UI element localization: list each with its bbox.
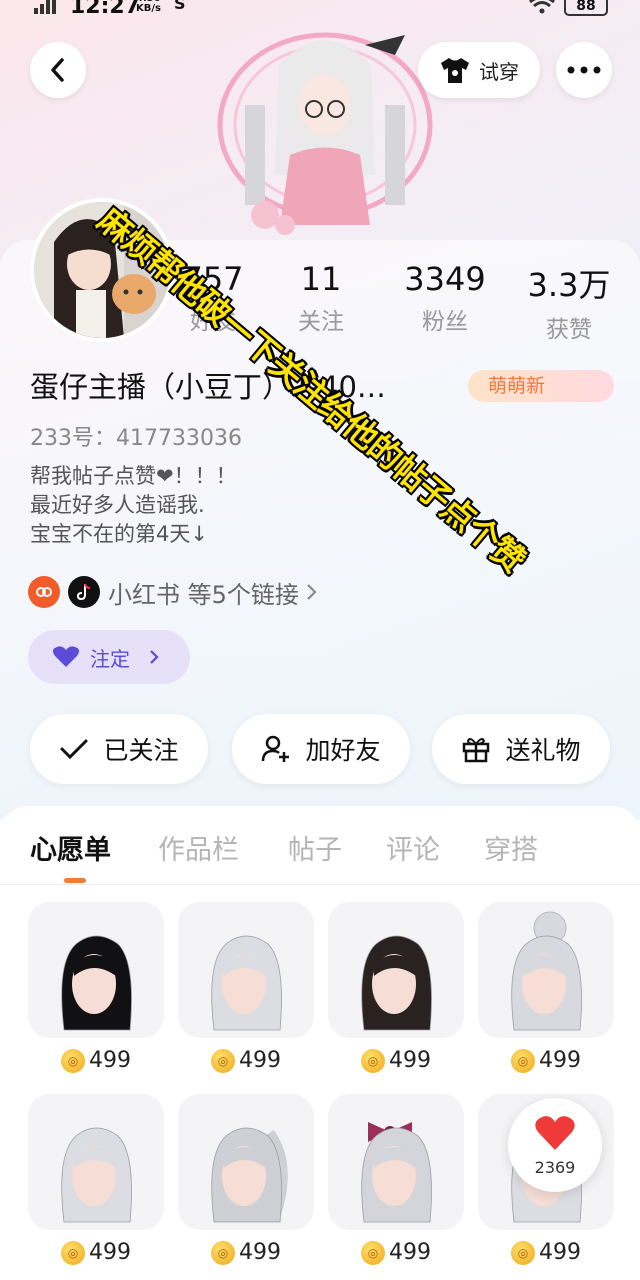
wishlist-item[interactable] <box>328 1094 464 1230</box>
tab-wishlist[interactable]: 心愿单 <box>30 828 111 867</box>
price-value: 499 <box>239 1048 281 1073</box>
item-price: ◎ 499 <box>178 1240 314 1265</box>
signal-icon <box>34 0 56 14</box>
floating-like-button[interactable]: 2369 <box>508 1098 602 1192</box>
stat-fans[interactable]: 3349 粉丝 <box>390 260 500 336</box>
item-price: ◎ 499 <box>28 1240 164 1265</box>
heart-icon <box>535 1116 575 1150</box>
active-tab-indicator <box>64 878 86 883</box>
coin-icon: ◎ <box>61 1048 85 1073</box>
item-price: ◎ 499 <box>478 1048 614 1073</box>
price-value: 499 <box>89 1240 131 1265</box>
item-price: ◎ 499 <box>328 1048 464 1073</box>
hair-preview-image <box>211 1127 288 1223</box>
tab-posts[interactable]: 帖子 <box>288 828 342 867</box>
status-bar: 12:27 4.30 KB/s S 88 <box>0 0 640 20</box>
coin-icon: ◎ <box>511 1240 535 1265</box>
coin-icon: ◎ <box>211 1240 235 1265</box>
try-on-button[interactable]: 试穿 <box>418 42 540 98</box>
stat-label: 粉丝 <box>422 309 468 335</box>
more-options-button[interactable] <box>556 42 612 98</box>
price-value: 499 <box>389 1240 431 1265</box>
battery-indicator: 88 <box>564 0 608 16</box>
follow-label: 已关注 <box>103 736 179 765</box>
external-links[interactable]: 小红书 等5个链接 <box>28 574 319 610</box>
hair-preview-image <box>61 1127 132 1223</box>
links-label: 小红书 等5个链接 <box>108 580 299 609</box>
hair-preview-image <box>211 935 282 1031</box>
tab-comments[interactable]: 评论 <box>386 828 440 867</box>
coin-icon: ◎ <box>361 1048 385 1073</box>
add-friend-button[interactable]: 加好友 <box>232 714 410 784</box>
add-friend-label: 加好友 <box>305 736 381 765</box>
profile-uid: 233号：417733036 <box>30 426 242 451</box>
bond-label: 注定 <box>90 646 130 671</box>
content-tabs: 心愿单 作品栏 帖子 评论 穿搭 <box>0 806 640 885</box>
item-price: ◎ 499 <box>478 1240 614 1265</box>
avatar-3d-figure <box>217 32 433 235</box>
gift-label: 送礼物 <box>505 736 581 765</box>
net-speed: 4.30 KB/s <box>136 0 161 14</box>
profile-name: 蛋仔主播（小豆丁）冲40… <box>30 370 386 404</box>
wishlist-item[interactable] <box>328 902 464 1038</box>
hair-preview-image <box>361 1122 432 1223</box>
wishlist-item[interactable] <box>478 902 614 1038</box>
stat-following[interactable]: 11 关注 <box>266 260 376 336</box>
more-dots-icon <box>567 66 601 74</box>
stat-value: 3.3万 <box>527 266 611 304</box>
content-section: 心愿单 作品栏 帖子 评论 穿搭 ◎ 499 ◎ 499 ◎ 499 ◎ 499 ◎ 499 ◎ 49… <box>0 806 640 1280</box>
coin-icon: ◎ <box>511 1048 535 1073</box>
stat-value: 11 <box>300 260 342 298</box>
stat-likes[interactable]: 3.3万 获赞 <box>514 260 624 344</box>
stat-label: 获赞 <box>546 317 592 343</box>
hair-preview-image <box>361 935 432 1031</box>
wifi-icon <box>529 0 555 14</box>
price-value: 499 <box>539 1240 581 1265</box>
coin-icon: ◎ <box>61 1240 85 1265</box>
check-icon <box>60 739 88 760</box>
stat-value: 3349 <box>404 260 486 298</box>
chevron-right-icon <box>307 584 317 600</box>
hair-preview-image <box>61 935 132 1031</box>
chevron-left-icon <box>51 58 64 82</box>
coin-icon: ◎ <box>211 1048 235 1073</box>
price-value: 499 <box>539 1048 581 1073</box>
notification-icon: S <box>174 0 186 13</box>
item-price: ◎ 499 <box>328 1240 464 1265</box>
tiktok-icon <box>68 576 100 608</box>
coin-icon: ◎ <box>361 1240 385 1265</box>
heart-icon <box>52 646 80 667</box>
try-on-label: 试穿 <box>479 59 519 84</box>
newbie-badge[interactable]: 萌萌新 <box>468 370 614 402</box>
tab-outfits[interactable]: 穿搭 <box>484 828 538 867</box>
send-gift-button[interactable]: 送礼物 <box>432 714 610 784</box>
price-value: 499 <box>89 1048 131 1073</box>
wishlist-item[interactable] <box>178 1094 314 1230</box>
status-time: 12:27 <box>70 0 141 19</box>
item-price: ◎ 499 <box>28 1048 164 1073</box>
wishlist-item[interactable] <box>178 902 314 1038</box>
like-count: 2369 <box>534 1158 576 1177</box>
item-price: ◎ 499 <box>178 1048 314 1073</box>
back-button[interactable] <box>30 42 86 98</box>
tshirt-icon <box>441 58 469 83</box>
profile-actions: 已关注 加好友 送礼物 <box>30 714 610 784</box>
tab-works[interactable]: 作品栏 <box>158 828 239 867</box>
profile-bio: 帮我帖子点赞❤！！！ 最近好多人造谣我. 宝宝不在的第4天↓ <box>30 464 237 546</box>
follow-button[interactable]: 已关注 <box>30 714 208 784</box>
price-value: 499 <box>239 1240 281 1265</box>
hair-preview-image <box>511 911 582 1031</box>
gift-icon <box>463 738 490 763</box>
chevron-right-icon <box>150 650 159 664</box>
price-value: 499 <box>389 1048 431 1073</box>
bond-button[interactable]: 注定 <box>28 630 190 684</box>
xiaohongshu-icon <box>28 576 60 608</box>
wishlist-item[interactable] <box>28 902 164 1038</box>
add-user-icon <box>262 735 290 762</box>
wishlist-item[interactable] <box>28 1094 164 1230</box>
